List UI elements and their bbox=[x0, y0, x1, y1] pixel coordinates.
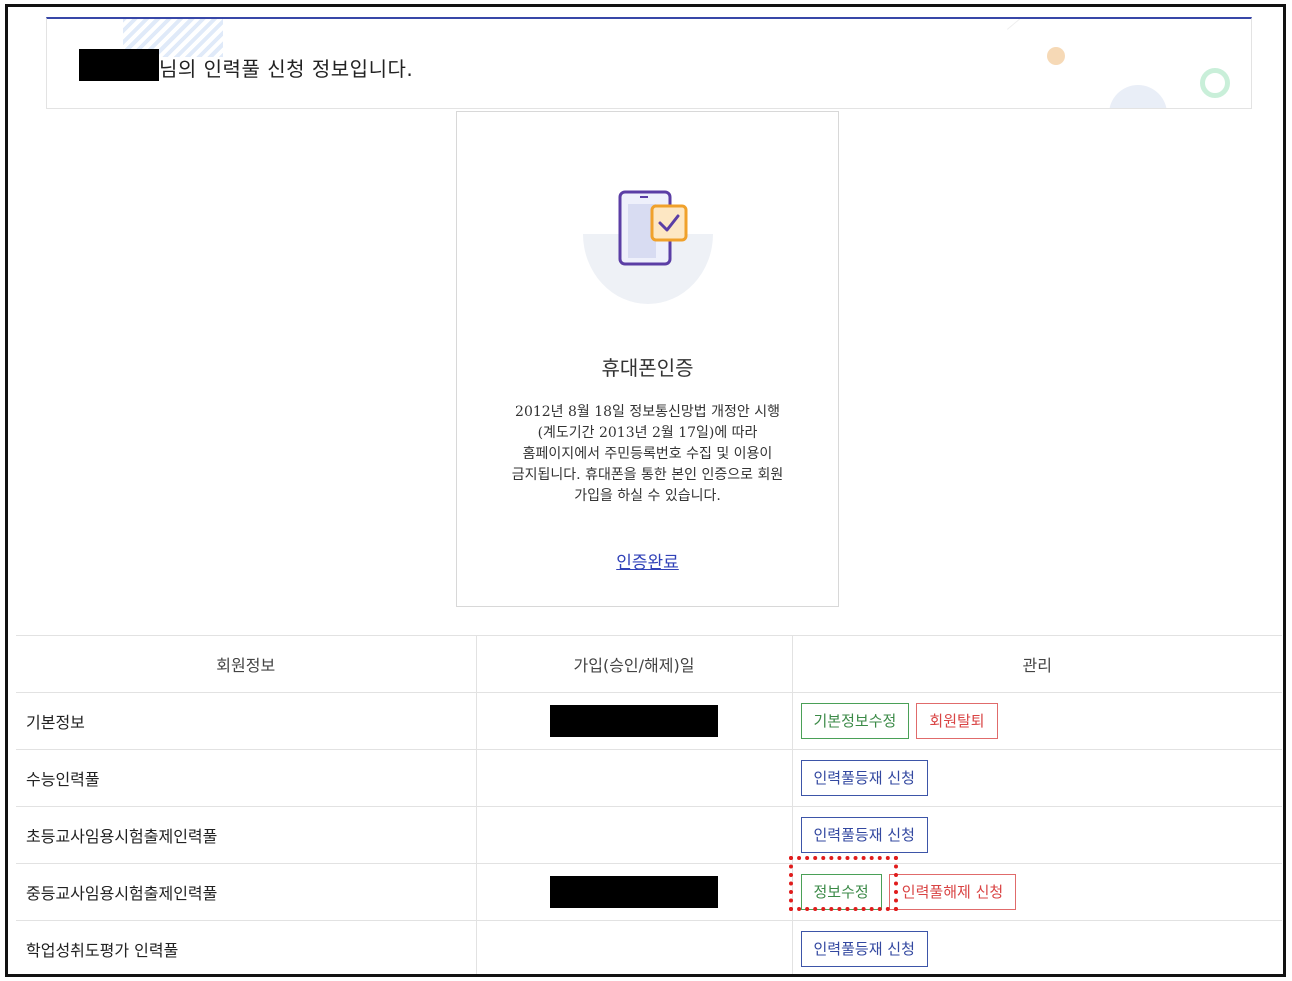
row-name: 기본정보 bbox=[16, 692, 477, 750]
withdraw-membership-button[interactable]: 회원탈퇴 bbox=[916, 703, 998, 739]
redacted-date bbox=[550, 705, 718, 737]
header-banner: 님의 인력풀 신청 정보입니다. bbox=[46, 17, 1252, 109]
description-line: 2012년 8월 18일 정보통신망법 개정안 시행 bbox=[515, 404, 780, 420]
page-frame: 님의 인력풀 신청 정보입니다. 휴대폰인증 2012년 8월 18일 정보통신… bbox=[5, 4, 1286, 977]
header-join-date: 가입(승인/해제)일 bbox=[476, 635, 793, 693]
table-row: 초등교사임용시험출제인력풀 인력풀등재 신청 bbox=[16, 806, 1282, 864]
table-header-row: 회원정보 가입(승인/해제)일 관리 bbox=[16, 635, 1282, 693]
banner-dot-decoration bbox=[1047, 47, 1065, 65]
redacted-username bbox=[79, 49, 159, 81]
cancel-pool-button[interactable]: 인력풀해제 신청 bbox=[888, 874, 1017, 910]
page-title: 님의 인력풀 신청 정보입니다. bbox=[159, 57, 414, 81]
edit-basic-info-button[interactable]: 기본정보수정 bbox=[800, 703, 910, 739]
row-name: 중등교사임용시험출제인력풀 bbox=[16, 863, 477, 921]
row-actions: 정보수정 인력풀해제 신청 bbox=[792, 863, 1282, 921]
description-line: 가입을 하실 수 있습니다. bbox=[574, 488, 721, 504]
row-actions: 인력풀등재 신청 bbox=[792, 806, 1282, 864]
row-date bbox=[476, 863, 793, 921]
membership-table: 회원정보 가입(승인/해제)일 관리 기본정보 기본정보수정 회원탈퇴 수능인력… bbox=[16, 635, 1282, 974]
apply-pool-button[interactable]: 인력풀등재 신청 bbox=[800, 817, 928, 853]
row-name: 학업성취도평가 인력풀 bbox=[16, 920, 477, 974]
description-line: 금지됩니다. 휴대폰을 통한 본인 인증으로 회원 bbox=[511, 467, 784, 483]
auth-card-description: 2012년 8월 18일 정보통신망법 개정안 시행 (계도기간 2013년 2… bbox=[485, 402, 810, 507]
apply-pool-button[interactable]: 인력풀등재 신청 bbox=[800, 760, 928, 796]
auth-card-title: 휴대폰인증 bbox=[601, 356, 694, 380]
row-date bbox=[476, 692, 793, 750]
banner-circle-decoration bbox=[1109, 85, 1167, 108]
auth-complete-link[interactable]: 인증완료 bbox=[457, 548, 838, 573]
row-name: 수능인력풀 bbox=[16, 749, 477, 807]
table-row: 수능인력풀 인력풀등재 신청 bbox=[16, 749, 1282, 807]
phone-auth-card: 휴대폰인증 2012년 8월 18일 정보통신망법 개정안 시행 (계도기간 2… bbox=[456, 111, 839, 607]
row-date bbox=[476, 920, 793, 974]
table-row: 기본정보 기본정보수정 회원탈퇴 bbox=[16, 692, 1282, 750]
row-actions: 인력풀등재 신청 bbox=[792, 920, 1282, 974]
header-member-info: 회원정보 bbox=[16, 635, 477, 693]
row-actions: 기본정보수정 회원탈퇴 bbox=[792, 692, 1282, 750]
table-row: 중등교사임용시험출제인력풀 정보수정 인력풀해제 신청 bbox=[16, 863, 1282, 921]
banner-line-decoration bbox=[1007, 19, 1192, 30]
row-date bbox=[476, 749, 793, 807]
edit-info-button[interactable]: 정보수정 bbox=[800, 874, 882, 910]
header-manage: 관리 bbox=[792, 635, 1282, 693]
table-row: 학업성취도평가 인력풀 인력풀등재 신청 bbox=[16, 920, 1282, 974]
apply-pool-button[interactable]: 인력풀등재 신청 bbox=[800, 931, 928, 967]
description-line: 홈페이지에서 주민등록번호 수집 및 이용이 bbox=[522, 446, 773, 462]
banner-ring-decoration bbox=[1200, 68, 1230, 98]
phone-check-icon bbox=[618, 190, 688, 266]
row-date bbox=[476, 806, 793, 864]
row-name: 초등교사임용시험출제인력풀 bbox=[16, 806, 477, 864]
redacted-date bbox=[550, 876, 718, 908]
row-actions: 인력풀등재 신청 bbox=[792, 749, 1282, 807]
description-line: (계도기간 2013년 2월 17일)에 따라 bbox=[537, 425, 758, 441]
